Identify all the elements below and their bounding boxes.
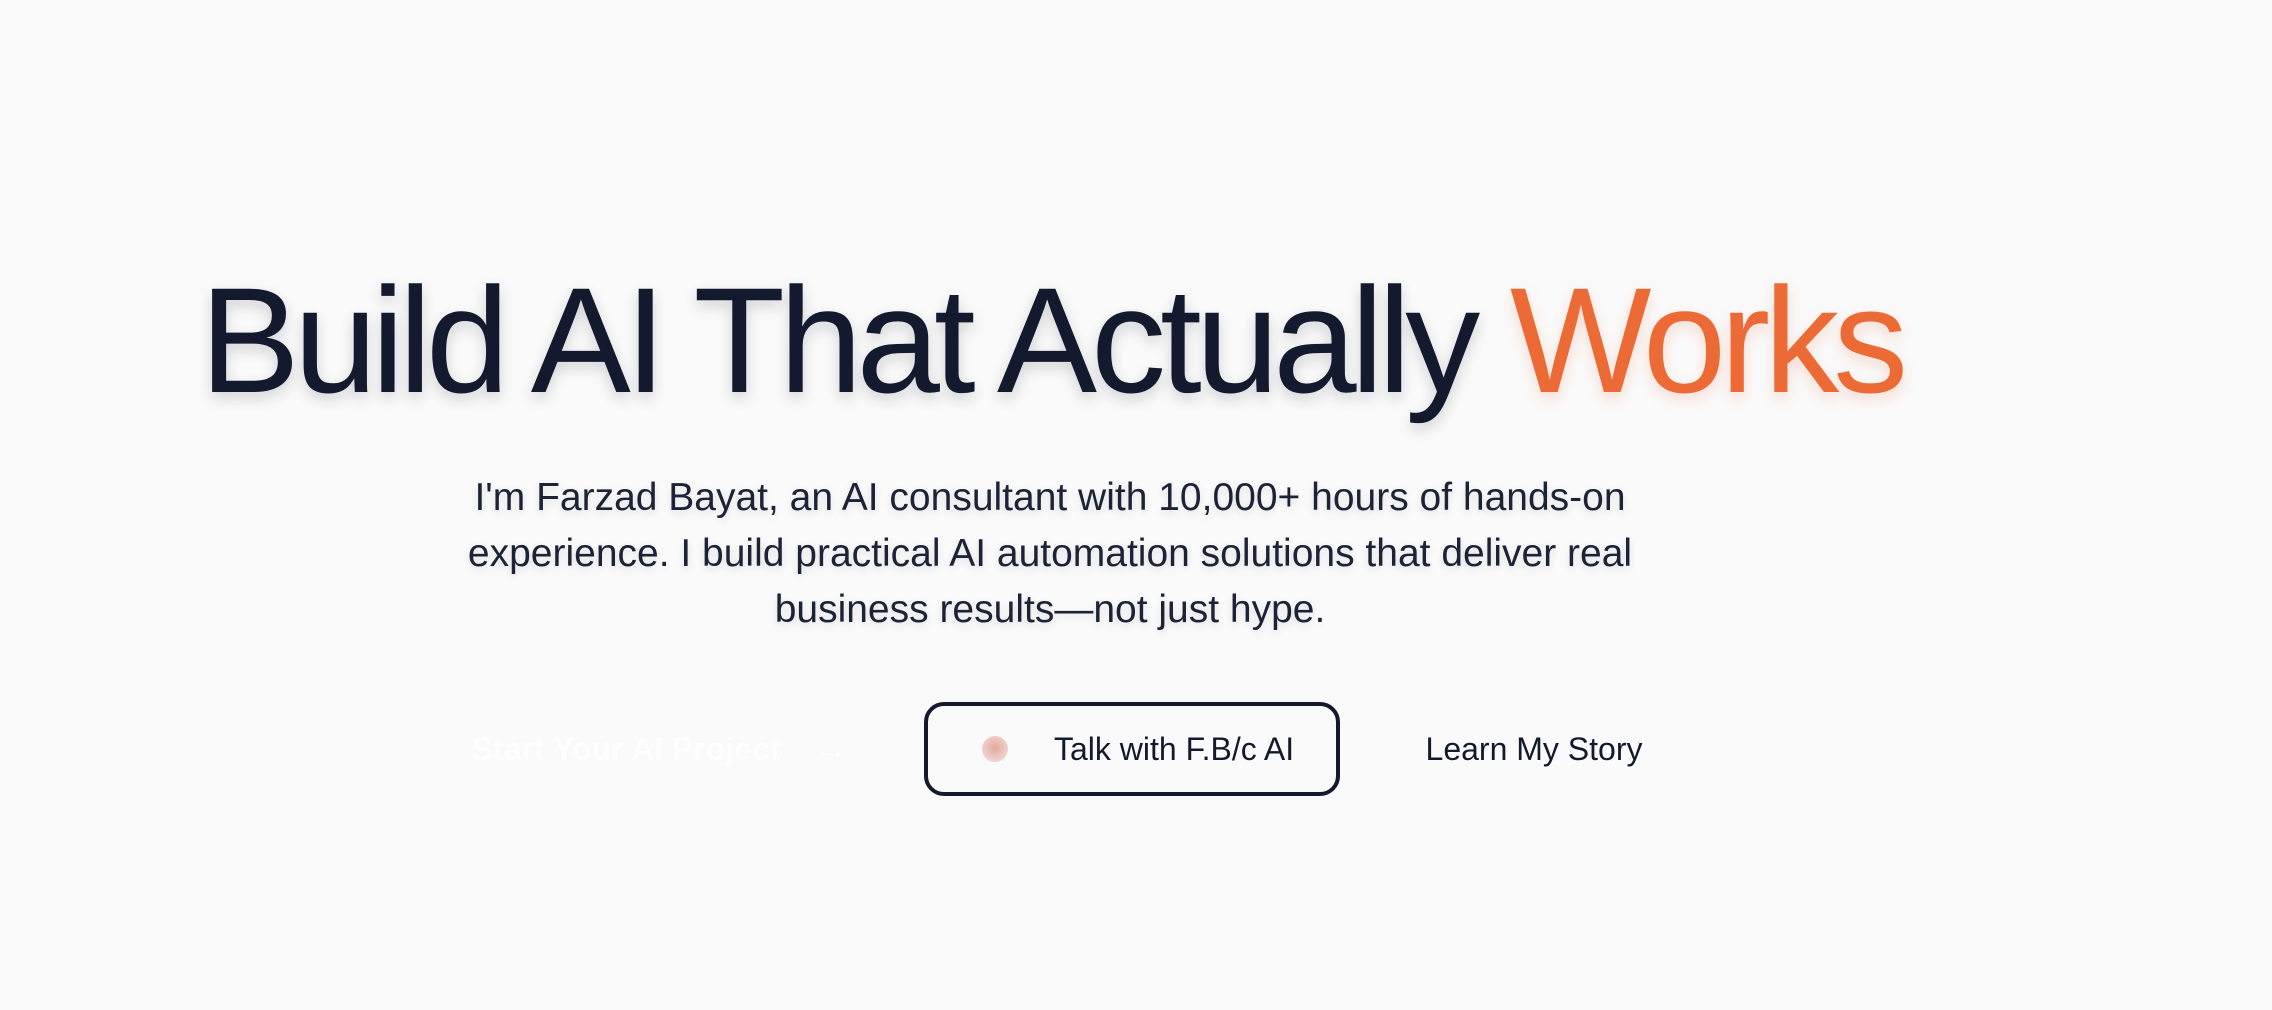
hero-subtitle: I'm Farzad Bayat, an AI consultant with … — [467, 476, 1633, 631]
learn-my-story-label: Learn My Story — [1425, 730, 1643, 767]
hero-section: Build AI That Actually Works I'm Farzad … — [0, 0, 2102, 1010]
cta-row: Start Your AI Project → Talk with F.B/c … — [0, 702, 2102, 796]
arrow-right-icon: → — [814, 729, 849, 768]
talk-with-ai-label: Talk with F.B/c AI — [1054, 730, 1295, 767]
talk-with-ai-button[interactable]: Talk with F.B/c AI — [924, 702, 1340, 796]
hero-headline: Build AI That Actually Works — [0, 250, 2102, 430]
start-ai-project-label: Start Your AI Project — [471, 730, 781, 767]
start-ai-project-button[interactable]: Start Your AI Project → — [420, 702, 900, 796]
learn-my-story-link[interactable]: Learn My Story — [1400, 702, 1668, 796]
ai-avatar-icon — [982, 736, 1008, 762]
headline-main-text: Build AI That Actually — [199, 256, 1480, 424]
headline-accent-text: Works — [1509, 256, 1908, 424]
